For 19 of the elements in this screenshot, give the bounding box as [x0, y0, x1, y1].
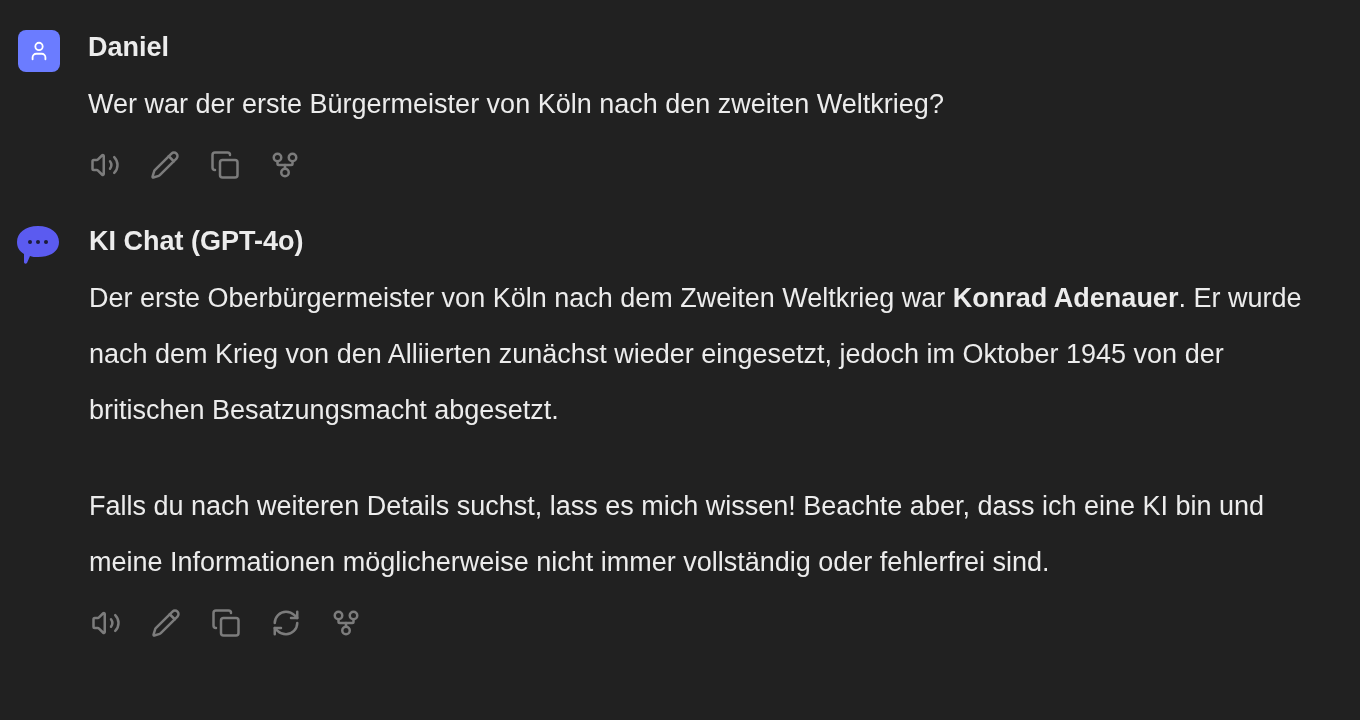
sender-name: KI Chat (GPT-4o) [89, 225, 305, 258]
edit-button[interactable] [150, 150, 180, 180]
copy-icon [211, 608, 241, 638]
message-text: Falls du nach weiteren Details suchst, lass es mich wissen! Beachte aber, dass ich eine KI bin und meine Informationen möglicherweise nicht immer vollständig oder fehlerfrei sind. [89, 490, 1266, 579]
regenerate-button[interactable] [271, 608, 301, 638]
fork-icon [270, 150, 300, 180]
pencil-icon [151, 608, 181, 638]
copy-icon [210, 150, 240, 180]
copy-button[interactable] [210, 150, 240, 180]
sender-name: Daniel [88, 31, 171, 64]
pencil-icon [150, 150, 180, 180]
edit-button[interactable] [151, 608, 181, 638]
fork-icon [331, 608, 361, 638]
copy-button[interactable] [211, 608, 241, 638]
refresh-icon [271, 608, 301, 638]
message-text: Wer war der erste Bürgermeister von Köln nach den zweiten Weltkrieg? [88, 88, 945, 121]
branch-button[interactable] [270, 150, 300, 180]
message-text: Der erste Oberbürgermeister von Köln nach dem Zweiten Weltkrieg war Konrad Adenauer. Er wurde nach dem Krieg von den Alliierten zunächst wieder eingesetzt, jedoch im Oktober 1945 von der britischen Besatzungsmacht abgesetzt. [89, 282, 1303, 427]
branch-button[interactable] [331, 608, 361, 638]
